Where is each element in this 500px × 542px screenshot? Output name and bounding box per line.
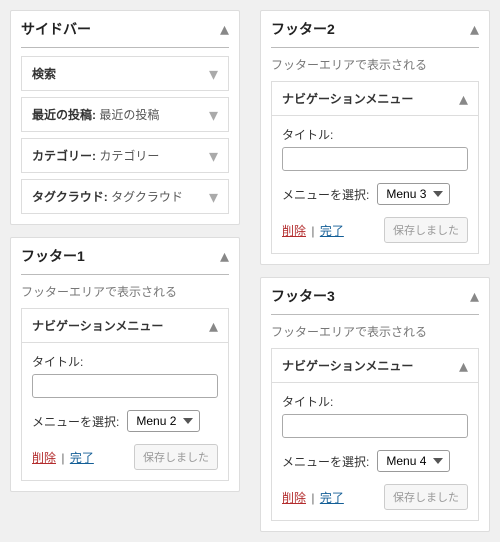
menu-select-label: メニューを選択:: [282, 453, 369, 470]
title-input[interactable]: [32, 374, 218, 398]
widget-item-categories[interactable]: カテゴリー: カテゴリー ▾: [21, 138, 229, 173]
widget-name: 最近の投稿:: [32, 108, 96, 122]
widget-header[interactable]: ナビゲーションメニュー ▴: [22, 309, 228, 343]
widget-instance: 最近の投稿: [99, 108, 159, 122]
separator: |: [311, 224, 314, 238]
chevron-down-icon: ▾: [209, 192, 218, 202]
widget-area-footer1: フッター1 ▴ フッターエリアで表示される ナビゲーションメニュー ▴ タイトル…: [10, 237, 240, 492]
widget-item-recent-posts[interactable]: 最近の投稿: 最近の投稿 ▾: [21, 97, 229, 132]
chevron-up-icon: ▴: [459, 360, 468, 372]
separator: |: [61, 451, 64, 465]
chevron-up-icon: ▴: [459, 93, 468, 105]
chevron-up-icon[interactable]: ▴: [470, 23, 479, 35]
section-description: フッターエリアで表示される: [271, 323, 479, 340]
widget-name: タグクラウド:: [32, 190, 108, 204]
delete-link[interactable]: 削除: [32, 451, 56, 465]
widget-name: ナビゲーションメニュー: [282, 90, 413, 107]
widget-header[interactable]: ナビゲーションメニュー ▴: [272, 349, 478, 383]
title-input[interactable]: [282, 414, 468, 438]
widget-item-tag-cloud[interactable]: タグクラウド: タグクラウド ▾: [21, 179, 229, 214]
title-label: タイトル:: [32, 353, 218, 370]
section-description: フッターエリアで表示される: [271, 56, 479, 73]
title-label: タイトル:: [282, 126, 468, 143]
done-link[interactable]: 完了: [70, 451, 94, 465]
widget-instance: タグクラウド: [111, 190, 183, 204]
widget-area-footer3: フッター3 ▴ フッターエリアで表示される ナビゲーションメニュー ▴ タイトル…: [260, 277, 490, 532]
separator: |: [311, 491, 314, 505]
widget-name: ナビゲーションメニュー: [32, 317, 163, 334]
saved-button: 保存しました: [384, 484, 468, 510]
menu-select-label: メニューを選択:: [282, 186, 369, 203]
widget-name: ナビゲーションメニュー: [282, 357, 413, 374]
widget-nav-menu: ナビゲーションメニュー ▴ タイトル: メニューを選択: Menu 2 削: [21, 308, 229, 481]
saved-button: 保存しました: [134, 444, 218, 470]
delete-link[interactable]: 削除: [282, 491, 306, 505]
title-label: タイトル:: [282, 393, 468, 410]
saved-button: 保存しました: [384, 217, 468, 243]
menu-select[interactable]: Menu 2: [127, 410, 200, 432]
widget-area-sidebar: サイドバー ▴ 検索 ▾ 最近の投稿: 最近の投稿 ▾ カテゴリー:: [10, 10, 240, 225]
menu-select-label: メニューを選択:: [32, 413, 119, 430]
menu-select[interactable]: Menu 3: [377, 183, 450, 205]
chevron-down-icon: ▾: [209, 110, 218, 120]
chevron-up-icon[interactable]: ▴: [220, 250, 229, 262]
widget-nav-menu: ナビゲーションメニュー ▴ タイトル: メニューを選択: Menu 4 削: [271, 348, 479, 521]
section-title: フッター1: [21, 246, 85, 266]
widget-header[interactable]: ナビゲーションメニュー ▴: [272, 82, 478, 116]
section-title: フッター2: [271, 19, 335, 39]
chevron-up-icon[interactable]: ▴: [470, 290, 479, 302]
widget-name: カテゴリー:: [32, 149, 96, 163]
widget-nav-menu: ナビゲーションメニュー ▴ タイトル: メニューを選択: Menu 3 削: [271, 81, 479, 254]
section-title: サイドバー: [21, 19, 91, 39]
title-input[interactable]: [282, 147, 468, 171]
widget-area-footer2: フッター2 ▴ フッターエリアで表示される ナビゲーションメニュー ▴ タイトル…: [260, 10, 490, 265]
chevron-down-icon: ▾: [209, 69, 218, 79]
widget-name: 検索: [32, 67, 56, 81]
widget-item-search[interactable]: 検索 ▾: [21, 56, 229, 91]
section-title: フッター3: [271, 286, 335, 306]
done-link[interactable]: 完了: [320, 491, 344, 505]
widget-instance: カテゴリー: [99, 149, 159, 163]
chevron-up-icon: ▴: [209, 320, 218, 332]
delete-link[interactable]: 削除: [282, 224, 306, 238]
done-link[interactable]: 完了: [320, 224, 344, 238]
chevron-up-icon[interactable]: ▴: [220, 23, 229, 35]
menu-select[interactable]: Menu 4: [377, 450, 450, 472]
chevron-down-icon: ▾: [209, 151, 218, 161]
section-description: フッターエリアで表示される: [21, 283, 229, 300]
